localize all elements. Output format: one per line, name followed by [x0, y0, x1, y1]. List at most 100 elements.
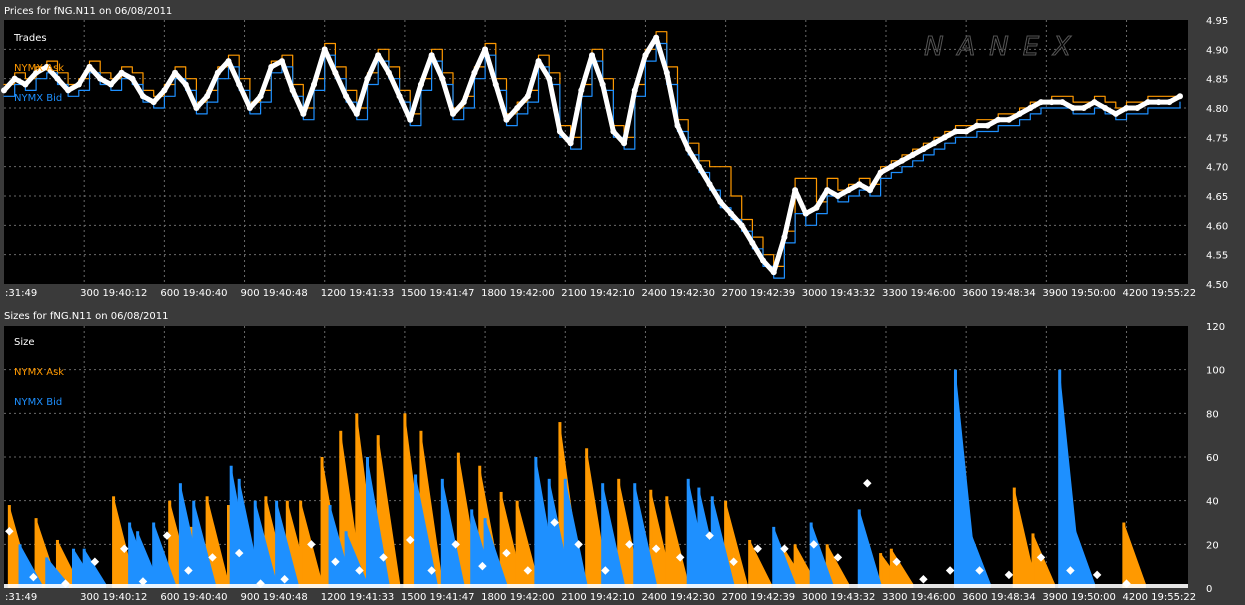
- trade-point: [578, 87, 585, 94]
- size-y-tick-label: 0: [1206, 584, 1212, 595]
- size-bar-peak: [344, 531, 348, 588]
- trade-point: [738, 222, 745, 229]
- size-bar-peak: [403, 413, 407, 588]
- size-x-tick-label: 3600 19:48:34: [962, 592, 1036, 603]
- size-bar-peak: [953, 369, 957, 588]
- size-bar-peak: [585, 448, 589, 588]
- price-x-tick-label: 3300 19:46:00: [882, 288, 956, 299]
- trade-point: [289, 87, 296, 94]
- size-bar-peak: [1122, 522, 1126, 588]
- size-bar-peak: [809, 522, 813, 588]
- trade-point: [439, 75, 446, 82]
- trade-point: [931, 140, 938, 147]
- size-bar-peak: [365, 457, 369, 588]
- trade-point: [588, 52, 595, 59]
- trade-point: [11, 75, 18, 82]
- trade-point: [129, 75, 136, 82]
- price-x-tick-label: 2100 19:42:10: [561, 288, 635, 299]
- trade-point: [204, 93, 211, 100]
- trade-point: [856, 181, 863, 188]
- trade-point: [1059, 99, 1066, 106]
- trade-point: [824, 187, 831, 194]
- trade-point: [1080, 105, 1087, 111]
- trade-point: [727, 210, 734, 217]
- price-x-ticks: :31:49 300 19:40:12 600 19:40:40 900 19:40:…: [5, 288, 1196, 299]
- trade-point: [471, 69, 478, 76]
- size-bar-peak: [633, 483, 637, 588]
- legend-size-ask: NYMX Ask: [14, 367, 64, 378]
- size-bar-peak: [71, 548, 75, 588]
- watermark-logo: NANEX: [924, 32, 1085, 62]
- size-bar-peak: [136, 531, 140, 588]
- size-x-tick-label: 600 19:40:40: [160, 592, 227, 603]
- trade-point: [311, 81, 318, 88]
- trade-point: [813, 204, 820, 211]
- trade-point: [1144, 99, 1151, 106]
- price-y-tick-label: 4.70: [1206, 163, 1228, 174]
- trade-point: [1123, 105, 1130, 111]
- trade-point: [717, 198, 724, 205]
- trade-point: [556, 128, 563, 135]
- size-bar-peak: [253, 500, 257, 588]
- trade-point: [278, 58, 285, 65]
- trade-point: [321, 46, 328, 53]
- size-bar-peak: [45, 557, 49, 588]
- trade-point: [246, 105, 253, 111]
- price-x-tick-label: 3600 19:48:34: [962, 288, 1036, 299]
- size-x-tick-label: 1500 19:41:47: [401, 592, 475, 603]
- trade-point: [909, 151, 916, 158]
- size-y-tick-label: 100: [1206, 366, 1225, 377]
- size-bar-peak: [665, 496, 669, 588]
- legend-trades: Trades: [13, 33, 47, 44]
- price-panel-title: Prices for fNG.N11 on 06/08/2011: [4, 6, 172, 17]
- trade-point: [995, 116, 1002, 123]
- trade-point: [984, 122, 991, 129]
- size-bar-peak: [710, 496, 714, 588]
- size-bar-peak: [686, 478, 690, 588]
- price-x-tick-label: 4200 19:55:22: [1123, 288, 1197, 299]
- trade-point: [107, 81, 114, 88]
- trade-point: [514, 105, 521, 111]
- size-bar-peak: [328, 505, 332, 588]
- size-bar-peak: [82, 548, 86, 588]
- size-y-tick-label: 80: [1206, 409, 1219, 420]
- trade-point: [97, 75, 104, 82]
- price-x-tick-label: 1500 19:41:47: [401, 288, 475, 299]
- price-y-tick-label: 4.85: [1206, 75, 1228, 86]
- size-bar-peak: [697, 487, 701, 588]
- size-x-tick-label: 3000 19:43:32: [802, 592, 876, 603]
- trade-point: [268, 63, 275, 70]
- trade-point: [770, 269, 777, 276]
- size-x-tick-label: 300 19:40:12: [80, 592, 147, 603]
- trade-point: [535, 58, 542, 65]
- trade-point: [1027, 105, 1034, 111]
- size-x-tick-label: 900 19:40:48: [241, 592, 308, 603]
- size-x-tick-label: 2700 19:42:39: [722, 592, 796, 603]
- trade-point: [75, 81, 82, 88]
- price-y-tick-label: 4.60: [1206, 221, 1228, 232]
- size-bar-peak: [7, 505, 11, 588]
- size-bar-peak: [152, 522, 156, 588]
- size-bar-peak: [440, 478, 444, 588]
- price-y-tick-label: 4.65: [1206, 192, 1228, 203]
- trade-point: [963, 128, 970, 135]
- trade-point: [225, 58, 232, 65]
- trade-point: [182, 81, 189, 88]
- trade-point: [65, 87, 72, 94]
- size-panel-title: Sizes for fNG.N11 on 06/08/2011: [4, 311, 168, 322]
- size-baseline-band: [4, 584, 1188, 588]
- trade-point: [1016, 110, 1023, 117]
- legend-nymx-ask: NYMX Ask: [14, 63, 64, 74]
- size-bar-peak: [299, 500, 303, 588]
- trade-point: [460, 99, 467, 106]
- price-y-tick-label: 4.80: [1206, 104, 1228, 115]
- trade-point: [952, 128, 959, 135]
- trade-point: [150, 99, 157, 106]
- size-bar-peak: [414, 474, 418, 588]
- size-y-tick-label: 40: [1206, 497, 1219, 508]
- size-bar-peak: [112, 496, 116, 588]
- size-bar-peak: [547, 478, 551, 588]
- size-bar-peak: [320, 457, 324, 588]
- size-bar-peak: [18, 544, 22, 588]
- size-y-tick-label: 20: [1206, 540, 1219, 551]
